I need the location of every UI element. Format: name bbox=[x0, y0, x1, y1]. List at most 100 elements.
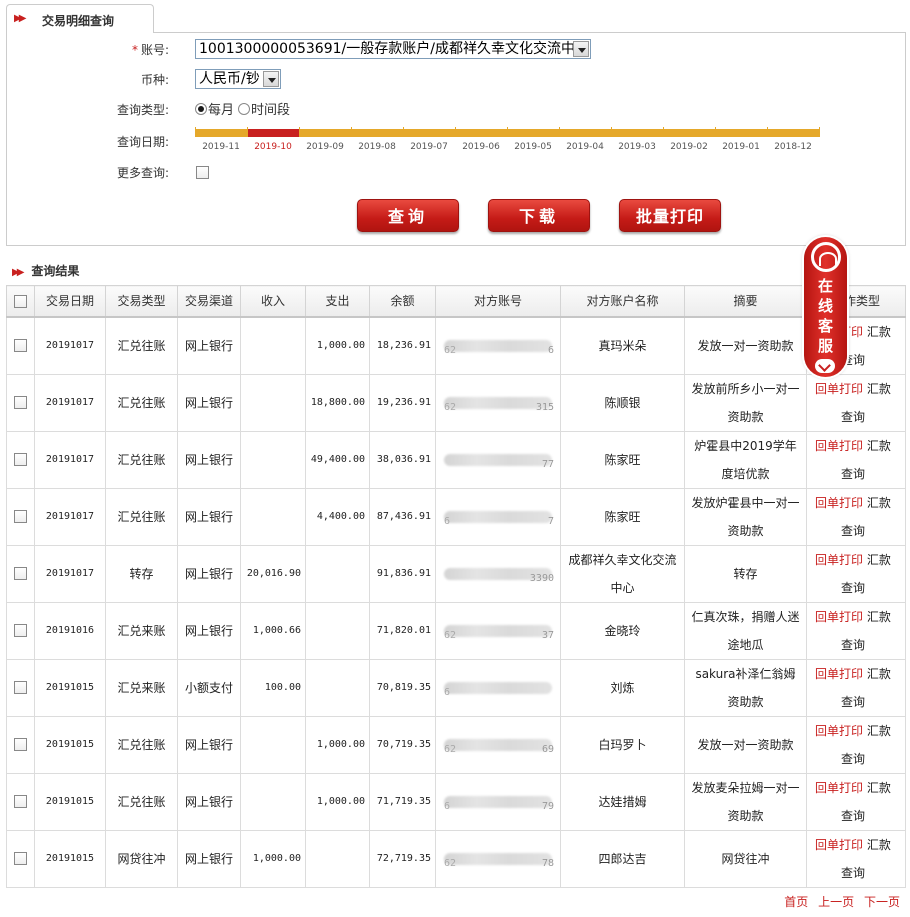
remit-link[interactable]: 汇款 bbox=[867, 838, 891, 852]
month-option[interactable]: 2019-11 bbox=[195, 142, 247, 152]
column-header[interactable]: 交易日期 bbox=[34, 285, 106, 318]
column-header[interactable]: 交易渠道 bbox=[177, 285, 241, 318]
table-row[interactable]: 20191015 汇兑往账 网上银行 1,000.00 71,719.35 6 79 达娃措姆… bbox=[6, 772, 906, 831]
row-checkbox[interactable] bbox=[14, 566, 27, 580]
query-link[interactable]: 查询 bbox=[841, 809, 865, 823]
remit-link[interactable]: 汇款 bbox=[867, 667, 891, 681]
cell-counterparty-name: 达娃措姆 bbox=[560, 772, 685, 831]
row-checkbox[interactable] bbox=[14, 338, 27, 352]
query-link[interactable]: 查询 bbox=[841, 638, 865, 652]
month-option[interactable]: 2019-07 bbox=[403, 142, 455, 152]
month-option[interactable]: 2019-05 bbox=[507, 142, 559, 152]
table-row[interactable]: 20191016 汇兑来账 网上银行 1,000.66 71,820.01 62 37 金晓玲… bbox=[6, 601, 906, 660]
column-header[interactable]: 支出 bbox=[305, 285, 370, 318]
column-header[interactable]: 交易类型 bbox=[105, 285, 178, 318]
column-header[interactable]: 余额 bbox=[369, 285, 436, 318]
table-row[interactable]: 20191015 汇兑往账 网上银行 1,000.00 70,719.35 62 69 白玛罗… bbox=[6, 715, 906, 774]
query-link[interactable]: 查询 bbox=[841, 410, 865, 424]
next-page-link[interactable]: 下一页 bbox=[864, 895, 900, 909]
month-option[interactable]: 2019-06 bbox=[455, 142, 507, 152]
receipt-print-link[interactable]: 回单打印 bbox=[815, 610, 863, 624]
remit-link[interactable]: 汇款 bbox=[867, 724, 891, 738]
column-header[interactable]: 收入 bbox=[240, 285, 306, 318]
select-all-checkbox[interactable] bbox=[14, 294, 27, 308]
receipt-print-link[interactable]: 回单打印 bbox=[815, 496, 863, 510]
radio-dot-icon[interactable] bbox=[195, 102, 207, 115]
account-select[interactable]: 1001300000053691/一般存款账户/成都祥久幸文化交流中心 bbox=[195, 39, 591, 59]
column-header[interactable]: 对方账户名称 bbox=[560, 285, 685, 318]
remit-link[interactable]: 汇款 bbox=[867, 439, 891, 453]
receipt-print-link[interactable]: 回单打印 bbox=[815, 781, 863, 795]
month-option[interactable]: 2019-10 bbox=[247, 142, 299, 152]
query-tab[interactable]: ▶▶ 交易明细查询 bbox=[6, 4, 154, 33]
query-link[interactable]: 查询 bbox=[841, 866, 865, 880]
receipt-print-link[interactable]: 回单打印 bbox=[815, 724, 863, 738]
month-option[interactable]: 2019-03 bbox=[611, 142, 663, 152]
radio-period[interactable]: 时间段 bbox=[238, 99, 290, 118]
online-service-widget[interactable]: 在 线 客 服 bbox=[804, 237, 847, 377]
row-checkbox[interactable] bbox=[14, 851, 27, 865]
row-checkbox[interactable] bbox=[14, 509, 27, 523]
first-page-link[interactable]: 首页 bbox=[784, 895, 808, 909]
results-table: 交易日期 交易类型 交易渠道 收入 支出 余额 对方账号 对方账户名称 摘要 操… bbox=[6, 285, 906, 888]
row-checkbox[interactable] bbox=[14, 395, 27, 409]
row-checkbox[interactable] bbox=[14, 794, 27, 808]
table-row[interactable]: 20191017 汇兑往账 网上银行 4,400.00 87,436.91 6 7 陈家旺 发放… bbox=[6, 487, 906, 546]
column-header[interactable]: 对方账号 bbox=[435, 285, 561, 318]
remit-link[interactable]: 汇款 bbox=[867, 325, 891, 339]
month-option[interactable]: 2019-02 bbox=[663, 142, 715, 152]
row-checkbox[interactable] bbox=[14, 623, 27, 637]
remit-link[interactable]: 汇款 bbox=[867, 382, 891, 396]
radio-dot-icon[interactable] bbox=[238, 102, 250, 115]
chevron-down-icon[interactable] bbox=[263, 71, 279, 87]
month-option[interactable]: 2019-01 bbox=[715, 142, 767, 152]
month-option[interactable]: 2018-12 bbox=[767, 142, 819, 152]
more-query-checkbox[interactable] bbox=[196, 166, 209, 179]
cell-type: 汇兑往账 bbox=[105, 316, 178, 375]
receipt-print-link[interactable]: 回单打印 bbox=[815, 382, 863, 396]
query-button[interactable]: 查询 bbox=[357, 199, 459, 232]
cell-channel: 网上银行 bbox=[177, 487, 241, 546]
prev-page-link[interactable]: 上一页 bbox=[818, 895, 854, 909]
cell-memo: 发放一对一资助款 bbox=[684, 715, 807, 774]
cell-expense: 18,800.00 bbox=[305, 373, 370, 432]
table-row[interactable]: 20191015 网贷往冲 网上银行 1,000.00 72,719.35 62 78 四郎达… bbox=[6, 829, 906, 888]
cell-memo: sakura补泽仁翁姆资助款 bbox=[684, 658, 807, 717]
remit-link[interactable]: 汇款 bbox=[867, 781, 891, 795]
query-link[interactable]: 查询 bbox=[841, 752, 865, 766]
download-button[interactable]: 下载 bbox=[488, 199, 590, 232]
table-row[interactable]: 20191015 汇兑来账 小额支付 100.00 70,819.35 6 刘炼 sakura… bbox=[6, 658, 906, 717]
month-option[interactable]: 2019-04 bbox=[559, 142, 611, 152]
receipt-print-link[interactable]: 回单打印 bbox=[815, 838, 863, 852]
month-option[interactable]: 2019-08 bbox=[351, 142, 403, 152]
remit-link[interactable]: 汇款 bbox=[867, 553, 891, 567]
batch-print-button[interactable]: 批量打印 bbox=[619, 199, 721, 232]
row-checkbox[interactable] bbox=[14, 452, 27, 466]
query-link[interactable]: 查询 bbox=[841, 581, 865, 595]
cell-balance: 87,436.91 bbox=[369, 487, 436, 546]
query-link[interactable]: 查询 bbox=[841, 467, 865, 481]
cell-income bbox=[240, 487, 306, 546]
month-option[interactable]: 2019-09 bbox=[299, 142, 351, 152]
cell-counterparty-account: 6 bbox=[435, 658, 561, 717]
table-row[interactable]: 20191017 汇兑往账 网上银行 1,000.00 18,236.91 62 6 真玛米朵… bbox=[6, 316, 906, 375]
chevron-down-icon[interactable] bbox=[815, 359, 835, 373]
timeline-tick bbox=[767, 127, 768, 137]
column-header[interactable]: 摘要 bbox=[684, 285, 807, 318]
row-checkbox[interactable] bbox=[14, 680, 27, 694]
query-link[interactable]: 查询 bbox=[841, 695, 865, 709]
remit-link[interactable]: 汇款 bbox=[867, 610, 891, 624]
currency-select[interactable]: 人民币/钞 bbox=[195, 69, 281, 89]
receipt-print-link[interactable]: 回单打印 bbox=[815, 667, 863, 681]
table-row[interactable]: 20191017 转存 网上银行 20,016.90 91,836.91 3390 成都祥久… bbox=[6, 544, 906, 603]
receipt-print-link[interactable]: 回单打印 bbox=[815, 553, 863, 567]
table-row[interactable]: 20191017 汇兑往账 网上银行 49,400.00 38,036.91 77 陈家旺炉… bbox=[6, 430, 906, 489]
row-checkbox[interactable] bbox=[14, 737, 27, 751]
query-link[interactable]: 查询 bbox=[841, 524, 865, 538]
radio-monthly[interactable]: 每月 bbox=[195, 99, 234, 118]
remit-link[interactable]: 汇款 bbox=[867, 496, 891, 510]
receipt-print-link[interactable]: 回单打印 bbox=[815, 439, 863, 453]
chevron-down-icon[interactable] bbox=[573, 41, 589, 57]
blur-mask bbox=[444, 681, 552, 694]
table-row[interactable]: 20191017 汇兑往账 网上银行 18,800.00 19,236.91 62 315 陈… bbox=[6, 373, 906, 432]
